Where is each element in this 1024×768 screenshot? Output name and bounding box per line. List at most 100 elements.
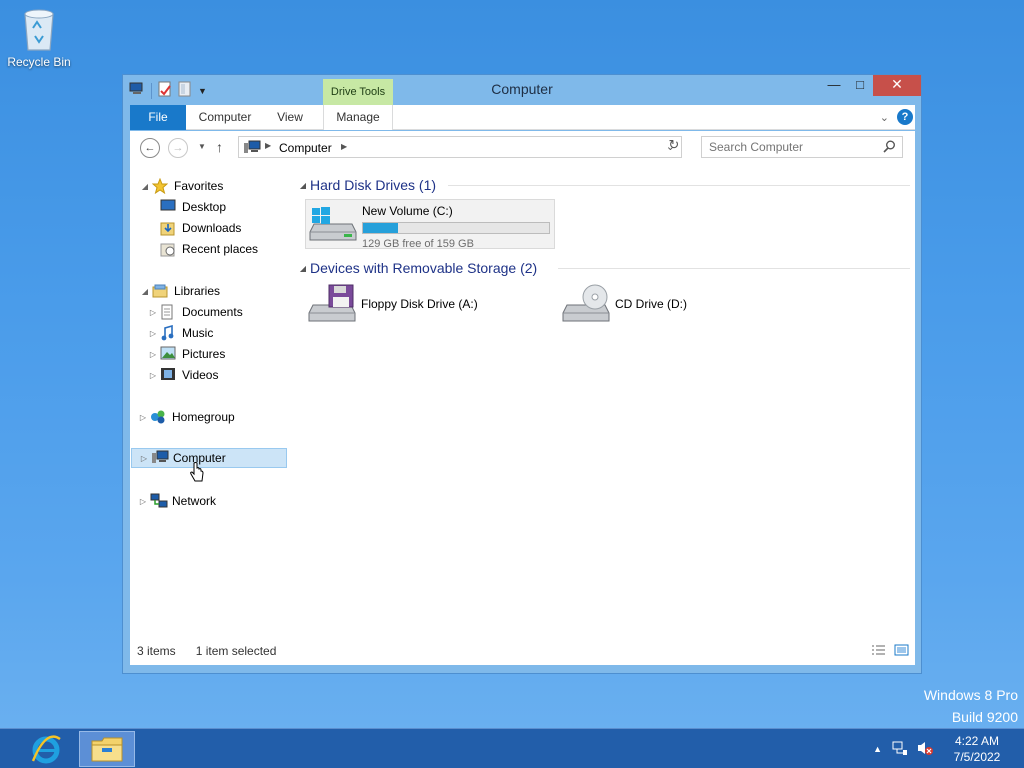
status-selection: 1 item selected [195,643,277,658]
group-title: Hard Disk Drives (1) [310,177,437,193]
address-bar[interactable]: ▶ Computer ▶ ⌄ [238,136,682,158]
tree-homegroup[interactable]: ▷ Homegroup [138,407,235,427]
file-explorer-icon [91,737,123,762]
expanded-arrow-icon[interactable]: ◢ [140,287,150,296]
expand-ribbon-icon[interactable]: ⌄ [880,111,889,124]
forward-button[interactable]: → [168,138,188,158]
tree-pictures[interactable]: ▷ Pictures [148,344,225,364]
content-pane[interactable]: ◢ Hard Disk Drives (1) New Volume (C:) 1… [296,165,915,635]
tree-videos[interactable]: ▷ Videos [148,365,218,385]
tab-view[interactable]: View [270,105,310,130]
tree-documents[interactable]: ▷ Documents [148,302,243,322]
breadcrumb-computer[interactable]: Computer [279,141,332,155]
collapsed-arrow-icon[interactable]: ▷ [148,329,158,338]
clock-time: 4:22 AM [954,734,1000,748]
explorer-body: ◢ Favorites Desktop Downloads Recent pla… [130,165,915,665]
help-button[interactable]: ? [897,109,913,125]
view-switcher [871,644,909,659]
tree-recent-places[interactable]: Recent places [158,239,258,259]
cd-drive-icon [561,283,611,327]
ribbon-controls: ⌄ ? [880,109,913,125]
tree-libraries[interactable]: ◢ Libraries [140,281,220,301]
refresh-icon: ↻ [668,137,680,152]
documents-icon [160,304,178,320]
tree-label: Network [172,494,217,508]
up-arrow-icon[interactable]: ↑ [216,139,223,155]
recent-places-icon [160,241,178,257]
window-title: Computer [491,81,553,97]
cd-drive-tile[interactable]: CD Drive (D:) [559,281,799,331]
tree-label: Pictures [182,347,226,361]
group-collapse-icon[interactable]: ◢ [296,264,310,273]
tree-downloads[interactable]: Downloads [158,218,241,238]
group-collapse-icon[interactable]: ◢ [296,181,310,190]
back-button[interactable]: ← [140,138,160,158]
file-explorer-button[interactable] [79,731,135,767]
drive-usage-fill [363,223,399,233]
star-icon [151,177,170,195]
pictures-icon [160,346,178,362]
navigation-pane[interactable]: ◢ Favorites Desktop Downloads Recent pla… [130,165,290,635]
collapsed-arrow-icon[interactable]: ▷ [148,308,158,317]
refresh-button[interactable]: ↻ [665,137,683,157]
tree-network[interactable]: ▷ Network [138,491,216,511]
clock[interactable]: 4:22 AM 7/5/2022 [942,733,1012,765]
collapsed-arrow-icon[interactable]: ▷ [138,497,148,506]
tree-label: Homegroup [172,410,235,424]
status-item-count: 3 items [137,643,176,658]
minimize-button[interactable]: — [821,75,847,96]
close-button[interactable]: ✕ [873,75,921,96]
floppy-drive-tile[interactable]: Floppy Disk Drive (A:) [305,281,545,331]
tab-manage[interactable]: Manage [323,105,393,130]
desktop-icon [160,199,178,215]
show-hidden-icons-icon[interactable]: ▲ [873,744,882,754]
recycle-bin-shortcut[interactable]: Recycle Bin [4,6,74,69]
tree-label: Favorites [174,179,224,193]
group-removable-storage[interactable]: ◢ Devices with Removable Storage (2) [296,258,910,278]
volume-muted-icon[interactable] [916,740,934,759]
collapsed-arrow-icon[interactable]: ▷ [139,454,149,463]
collapsed-arrow-icon[interactable]: ▷ [148,371,158,380]
status-bar: 3 items 1 item selected [130,635,915,665]
tree-favorites[interactable]: ◢ Favorites [140,176,223,196]
tree-label: Recent places [182,242,259,256]
expanded-arrow-icon[interactable]: ◢ [140,182,150,191]
group-title: Devices with Removable Storage (2) [310,260,538,276]
drive-c-tile[interactable]: New Volume (C:) 129 GB free of 159 GB [305,199,555,250]
tree-label: Documents [182,305,243,319]
os-watermark: Windows 8 Pro Build 9200 [924,684,1018,728]
back-arrow-icon: ← [144,142,156,154]
tree-music[interactable]: ▷ Music [148,323,213,343]
recent-locations-icon[interactable]: ▼ [198,142,206,151]
tree-computer[interactable]: ▷ Computer [131,448,287,468]
close-icon: ✕ [891,76,903,92]
network-status-icon[interactable] [892,740,908,759]
homegroup-icon [150,409,168,425]
collapsed-arrow-icon[interactable]: ▷ [138,413,148,422]
breadcrumb-chevron-icon[interactable]: ▶ [265,141,271,150]
title-bar[interactable]: ▼ Drive Tools Computer — □ ✕ [123,75,921,105]
details-view-icon[interactable] [871,644,886,659]
search-input[interactable] [702,137,882,157]
group-hard-disk-drives[interactable]: ◢ Hard Disk Drives (1) [296,175,910,195]
tab-file[interactable]: File [130,105,186,130]
search-box[interactable] [701,136,903,158]
watermark-edition: Windows 8 Pro [923,687,1018,703]
libraries-icon [152,283,170,299]
maximize-button[interactable]: □ [847,75,873,96]
network-icon [150,493,168,509]
floppy-drive-icon [307,283,357,327]
hard-drive-windows-icon [308,202,358,246]
minimize-icon: — [827,77,841,92]
collapsed-arrow-icon[interactable]: ▷ [148,350,158,359]
videos-icon [160,367,178,383]
taskbar: ▲ 4:22 AM 7/5/2022 [0,728,1024,768]
internet-explorer-button[interactable] [18,731,74,767]
clock-date: 7/5/2022 [953,750,1001,764]
tree-desktop[interactable]: Desktop [158,197,226,217]
breadcrumb-child-chevron-icon[interactable]: ▶ [341,142,347,151]
large-icons-view-icon[interactable] [894,644,909,659]
tree-label: Downloads [182,221,242,235]
hand-cursor-icon [189,462,205,487]
tab-computer[interactable]: Computer [194,105,256,130]
